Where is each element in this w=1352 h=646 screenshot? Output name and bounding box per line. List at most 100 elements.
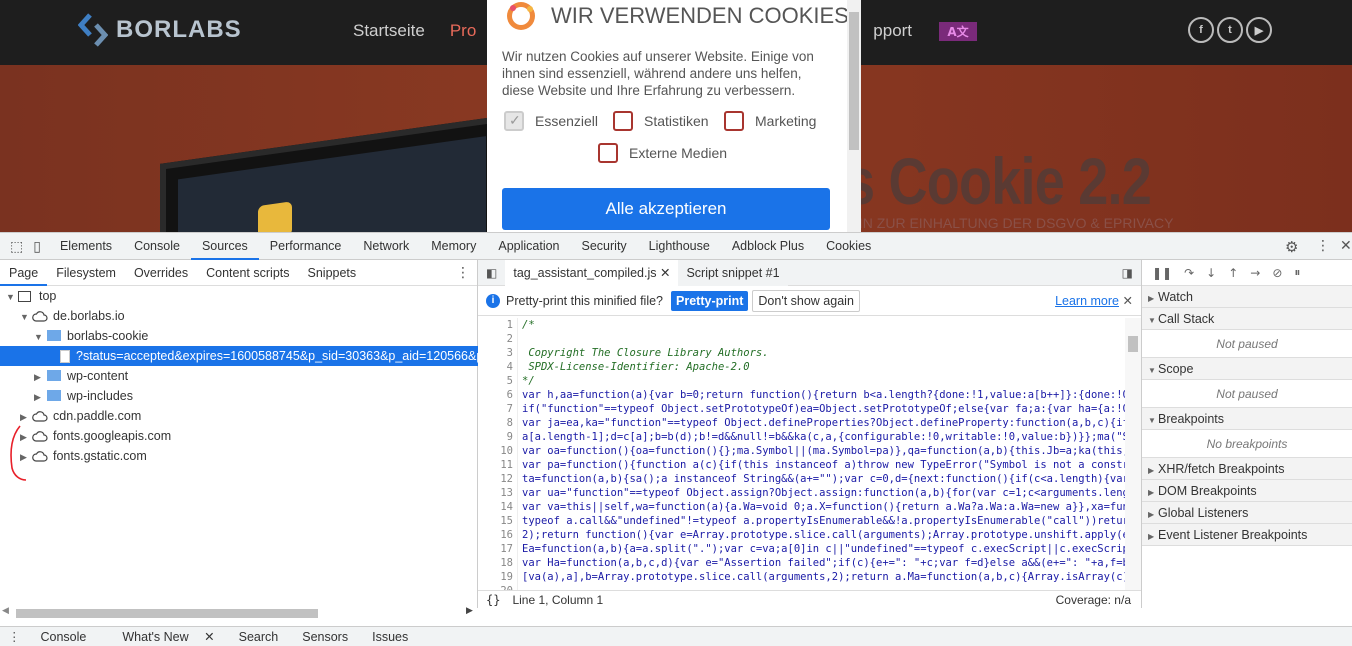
- checkbox-statistiken-box[interactable]: [613, 111, 633, 131]
- line-number[interactable]: 4: [478, 360, 513, 374]
- navigator-tab-snippets[interactable]: Snippets: [299, 260, 366, 286]
- line-number[interactable]: 6: [478, 388, 513, 402]
- step-icon[interactable]: →: [1250, 266, 1260, 280]
- debugger-section-header[interactable]: ▶ Watch: [1142, 286, 1352, 308]
- debugger-section-header[interactable]: ▼ Call Stack: [1142, 308, 1352, 330]
- inspect-element-icon[interactable]: ⬚: [0, 233, 29, 260]
- line-number[interactable]: 13: [478, 486, 513, 500]
- nav-link-startseite[interactable]: Startseite: [353, 21, 425, 41]
- checkbox-essenziell[interactable]: Essenziell: [504, 111, 598, 131]
- toggle-navigator-icon[interactable]: ◧: [478, 266, 505, 280]
- line-number[interactable]: 15: [478, 514, 513, 528]
- line-number[interactable]: 8: [478, 416, 513, 430]
- navigator-tab-content-scripts[interactable]: Content scripts: [197, 260, 298, 286]
- pretty-print-button[interactable]: Pretty-print: [671, 290, 749, 311]
- line-number[interactable]: 1: [478, 318, 513, 332]
- line-number[interactable]: 10: [478, 444, 513, 458]
- code-view[interactable]: 1234567891011121314151617181920 /* Copyr…: [478, 318, 1141, 590]
- pause-icon[interactable]: ❚❚: [1152, 266, 1172, 280]
- line-number[interactable]: 9: [478, 430, 513, 444]
- close-infobar-icon[interactable]: ✕: [1123, 293, 1133, 308]
- drawer-tab-search[interactable]: Search: [227, 630, 291, 644]
- code-line[interactable]: if("function"==typeof Object.setPrototyp…: [522, 402, 1125, 416]
- tree-item[interactable]: ▶ wp-includes: [0, 386, 478, 406]
- line-number[interactable]: 19: [478, 570, 513, 584]
- code-line[interactable]: var oa=function(){oa=function(){};ma.Sym…: [522, 444, 1125, 458]
- close-devtools-icon[interactable]: ✕: [1340, 238, 1352, 254]
- checkbox-externe-medien[interactable]: Externe Medien: [598, 143, 727, 163]
- code-line[interactable]: var ja=ea,ka="function"==typeof Object.d…: [522, 416, 1125, 430]
- tab-adblock-plus[interactable]: Adblock Plus: [721, 233, 815, 260]
- code-lines[interactable]: /* Copyright The Closure Library Authors…: [522, 318, 1125, 590]
- code-line[interactable]: a[a.length-1];d=c[a];b=b(d);b!=d&&null!=…: [522, 430, 1125, 444]
- line-number[interactable]: 5: [478, 374, 513, 388]
- line-number[interactable]: 16: [478, 528, 513, 542]
- tree-item[interactable]: ▶ cdn.paddle.com: [0, 406, 478, 426]
- code-line[interactable]: Ea=function(a,b){a=a.split(".");var c=va…: [522, 542, 1125, 556]
- editor-tab-tag-assistant[interactable]: tag_assistant_compiled.js ✕: [505, 259, 679, 286]
- code-line[interactable]: ta=function(a,b){sa();a instanceof Strin…: [522, 472, 1125, 486]
- debugger-section-header[interactable]: ▶ Global Listeners: [1142, 502, 1352, 524]
- step-out-icon[interactable]: ↑: [1228, 266, 1238, 280]
- dialog-scrollbar[interactable]: [847, 0, 861, 232]
- code-line[interactable]: 2);return function(){var e=Array.prototy…: [522, 528, 1125, 542]
- line-number[interactable]: 2: [478, 332, 513, 346]
- language-switch[interactable]: A文: [939, 22, 977, 41]
- debugger-section-header[interactable]: ▼ Scope: [1142, 358, 1352, 380]
- code-line[interactable]: var Ha=function(a,b,c,d){var e="Assertio…: [522, 556, 1125, 570]
- learn-more-link[interactable]: Learn more: [1055, 294, 1119, 308]
- facebook-icon[interactable]: f: [1188, 17, 1214, 43]
- navigator-tab-filesystem[interactable]: Filesystem: [47, 260, 125, 286]
- debugger-section-header[interactable]: ▶ Event Listener Breakpoints: [1142, 524, 1352, 546]
- tab-performance[interactable]: Performance: [259, 233, 353, 260]
- accept-all-button[interactable]: Alle akzeptieren: [502, 188, 830, 230]
- nav-link-support[interactable]: pport: [873, 21, 912, 41]
- code-line[interactable]: [522, 332, 1125, 346]
- code-line[interactable]: var h,aa=function(a){var b=0;return func…: [522, 388, 1125, 402]
- code-line[interactable]: SPDX-License-Identifier: Apache-2.0: [522, 360, 1125, 374]
- tree-item[interactable]: ▼ de.borlabs.io: [0, 306, 478, 326]
- more-options-icon[interactable]: ⋮: [1316, 238, 1330, 254]
- nav-link-pro[interactable]: Pro: [450, 21, 476, 41]
- debugger-section-header[interactable]: ▼ Breakpoints: [1142, 408, 1352, 430]
- code-line[interactable]: typeof a.call&&"undefined"!=typeof a.pro…: [522, 514, 1125, 528]
- drawer-tab-issues[interactable]: Issues: [360, 630, 420, 644]
- drawer-tab-sensors[interactable]: Sensors: [290, 630, 360, 644]
- tree-item[interactable]: ▶ fonts.gstatic.com: [0, 446, 478, 466]
- step-into-icon[interactable]: ↓: [1206, 266, 1216, 280]
- tab-sources[interactable]: Sources: [190, 233, 259, 260]
- settings-gear-icon[interactable]: ⚙: [1285, 238, 1298, 256]
- line-number[interactable]: 18: [478, 556, 513, 570]
- pause-on-exceptions-icon[interactable]: ⏸: [1294, 265, 1300, 280]
- navigator-more-icon[interactable]: ⋮: [456, 265, 470, 281]
- tree-item[interactable]: ▶ fonts.googleapis.com: [0, 426, 478, 446]
- tab-cookies[interactable]: Cookies: [815, 233, 882, 260]
- close-tab-icon[interactable]: ✕: [660, 266, 670, 280]
- tab-network[interactable]: Network: [352, 233, 420, 260]
- borlabs-logo[interactable]: BORLABS: [78, 13, 242, 47]
- device-toolbar-icon[interactable]: ▯: [29, 233, 49, 260]
- code-line[interactable]: var va=this||self,wa=function(a){a.Wa=vo…: [522, 500, 1125, 514]
- line-number[interactable]: 12: [478, 472, 513, 486]
- checkbox-statistiken[interactable]: Statistiken: [613, 111, 709, 131]
- checkbox-essenziell-box[interactable]: [504, 111, 524, 131]
- drawer-tab-console[interactable]: Console: [29, 630, 99, 644]
- tree-item[interactable]: ▼ borlabs-cookie: [0, 326, 478, 346]
- code-line[interactable]: var pa=function(){function a(c){if(this …: [522, 458, 1125, 472]
- code-line[interactable]: var ua="function"==typeof Object.assign?…: [522, 486, 1125, 500]
- code-scrollbar[interactable]: [1125, 318, 1141, 590]
- line-number[interactable]: 17: [478, 542, 513, 556]
- deactivate-breakpoints-icon[interactable]: ⊘: [1272, 266, 1282, 280]
- navigator-scrollbar[interactable]: ◀ ▶: [0, 605, 478, 621]
- tab-application[interactable]: Application: [487, 233, 570, 260]
- dont-show-again-button[interactable]: Don't show again: [752, 289, 860, 312]
- youtube-icon[interactable]: ▶: [1246, 17, 1272, 43]
- debugger-section-header[interactable]: ▶ XHR/fetch Breakpoints: [1142, 458, 1352, 480]
- debugger-section-header[interactable]: ▶ DOM Breakpoints: [1142, 480, 1352, 502]
- editor-tab-script-snippet[interactable]: Script snippet #1: [678, 259, 788, 286]
- tab-lighthouse[interactable]: Lighthouse: [638, 233, 721, 260]
- navigator-tab-overrides[interactable]: Overrides: [125, 260, 197, 286]
- step-over-icon[interactable]: ↷: [1184, 266, 1194, 280]
- line-number[interactable]: 3: [478, 346, 513, 360]
- line-number[interactable]: 11: [478, 458, 513, 472]
